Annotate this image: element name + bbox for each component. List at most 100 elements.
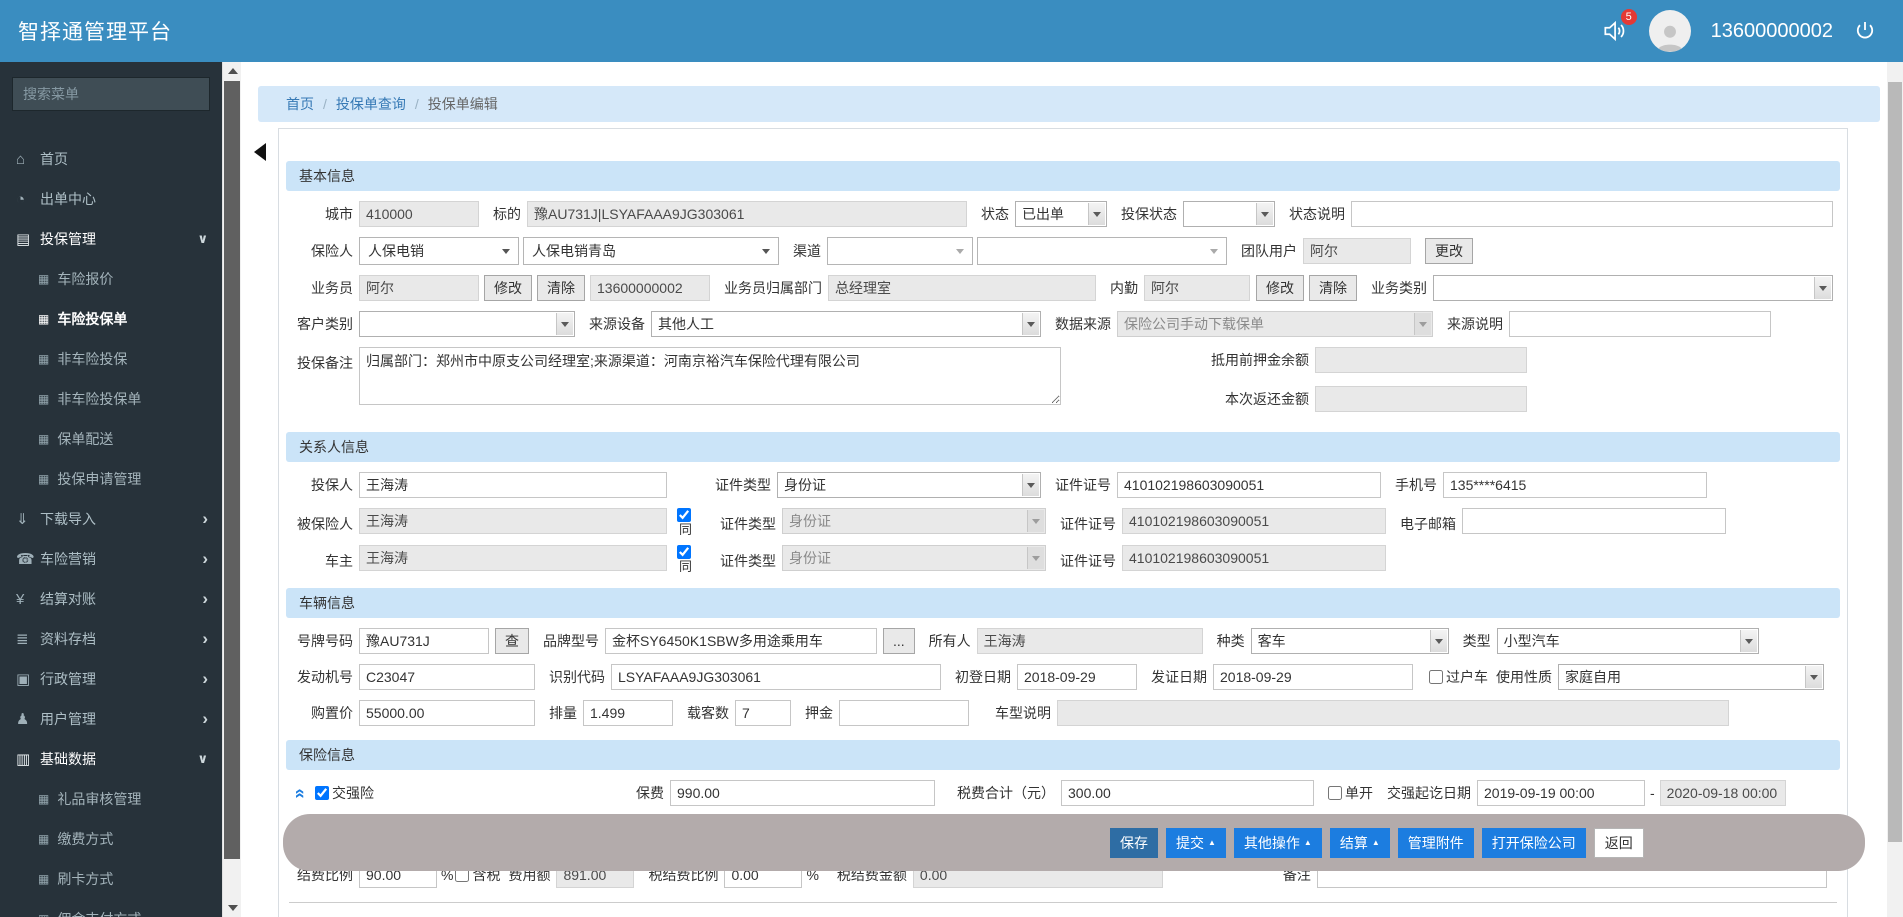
plate-input[interactable] bbox=[359, 628, 489, 654]
data-source-select[interactable]: 保险公司手动下载保单 bbox=[1117, 311, 1433, 337]
premium-input[interactable] bbox=[670, 780, 935, 806]
channel-select[interactable] bbox=[827, 237, 973, 265]
announcement-button[interactable]: 5 bbox=[1599, 9, 1637, 46]
salesman-dept-input[interactable] bbox=[828, 275, 1096, 301]
save-button[interactable]: 保存 bbox=[1110, 827, 1158, 858]
period-end-input[interactable] bbox=[1659, 780, 1786, 806]
scroll-up-arrow[interactable] bbox=[223, 62, 242, 79]
modify-internal-button[interactable]: 修改 bbox=[1256, 275, 1304, 301]
sidebar-item-archive[interactable]: ≣ 资料存档 › bbox=[0, 619, 222, 659]
applicant-cert-type-select[interactable]: 身份证 bbox=[777, 472, 1041, 498]
sidebar-search[interactable] bbox=[12, 77, 210, 111]
status-note-input[interactable] bbox=[1351, 201, 1833, 227]
page-scrollbar-thumb[interactable] bbox=[1888, 82, 1902, 842]
internal-staff-input[interactable] bbox=[1144, 275, 1250, 301]
status-select[interactable]: 已出单 bbox=[1015, 201, 1107, 227]
sidebar-item-vehicle-marketing[interactable]: ☎ 车险营销 › bbox=[0, 539, 222, 579]
other-actions-button[interactable]: 其他操作 ▲ bbox=[1233, 827, 1322, 858]
insured-name-input[interactable] bbox=[359, 508, 667, 534]
sidebar-subitem-non-vehicle-policy[interactable]: ▦ 非车险投保单 bbox=[0, 379, 222, 419]
sidebar-item-base-data[interactable]: ▥ 基础数据 ∨ bbox=[0, 739, 222, 779]
owner-name-input[interactable] bbox=[359, 545, 667, 571]
sidebar-subitem-card-method[interactable]: ▦ 刷卡方式 bbox=[0, 859, 222, 899]
business-type-select[interactable] bbox=[1433, 275, 1833, 301]
transfer-checkbox[interactable] bbox=[1429, 670, 1443, 684]
insurer-branch-select[interactable]: 人保电销青岛 bbox=[523, 237, 779, 265]
open-insurer-button[interactable]: 打开保险公司 bbox=[1481, 827, 1586, 858]
model-note-input[interactable] bbox=[1057, 700, 1729, 726]
tax-total-input[interactable] bbox=[1061, 780, 1314, 806]
sidebar-item-home[interactable]: ⌂ 首页 bbox=[0, 139, 222, 179]
breadcrumb-policy-query[interactable]: 投保单查询 bbox=[336, 94, 406, 114]
source-note-input[interactable] bbox=[1509, 311, 1771, 337]
sidebar-subitem-payment-method[interactable]: ▦ 缴费方式 bbox=[0, 819, 222, 859]
sidebar-subitem-non-vehicle-insure[interactable]: ▦ 非车险投保 bbox=[0, 339, 222, 379]
insured-same-checkbox[interactable] bbox=[677, 508, 691, 522]
city-input[interactable] bbox=[359, 201, 479, 227]
compulsory-checkbox[interactable] bbox=[315, 786, 329, 800]
purchase-price-input[interactable] bbox=[359, 700, 535, 726]
change-team-button[interactable]: 更改 bbox=[1425, 238, 1473, 264]
sidebar-subitem-commission-pay[interactable]: ▦佣金支付方式 bbox=[0, 899, 222, 917]
salesman-input[interactable] bbox=[359, 275, 479, 301]
channel-sub-select[interactable] bbox=[977, 237, 1227, 265]
insured-cert-type-select[interactable]: 身份证 bbox=[782, 508, 1046, 534]
email-input[interactable] bbox=[1462, 508, 1726, 534]
collapse-section-icon[interactable]: « bbox=[290, 784, 311, 802]
modify-salesman-button[interactable]: 修改 bbox=[484, 275, 532, 301]
issue-date-input[interactable] bbox=[1213, 664, 1413, 690]
page-scrollbar[interactable] bbox=[1887, 62, 1903, 917]
applicant-name-input[interactable] bbox=[359, 472, 667, 498]
scroll-down-arrow[interactable] bbox=[223, 900, 242, 917]
owner-cert-type-select[interactable]: 身份证 bbox=[782, 545, 1046, 571]
sidebar-item-user-management[interactable]: ♟ 用户管理 › bbox=[0, 699, 222, 739]
sidebar-subitem-vehicle-quote[interactable]: ▦ 车险报价 bbox=[0, 259, 222, 299]
vehicle-owner-input[interactable] bbox=[976, 628, 1203, 654]
vehicle-kind-select[interactable]: 客车 bbox=[1250, 628, 1449, 654]
vin-input[interactable] bbox=[611, 664, 941, 690]
search-input[interactable] bbox=[23, 86, 204, 102]
sidebar-item-download-import[interactable]: ⇓ 下载导入 › bbox=[0, 499, 222, 539]
scrollbar-thumb[interactable] bbox=[224, 81, 240, 859]
applicant-cert-no-input[interactable] bbox=[1117, 472, 1381, 498]
owner-cert-no-input[interactable] bbox=[1122, 545, 1386, 571]
applicant-phone-input[interactable] bbox=[1443, 472, 1707, 498]
salesman-phone-input[interactable] bbox=[590, 275, 710, 301]
insurer-select[interactable]: 人保电销 bbox=[359, 237, 519, 265]
back-button[interactable]: 返回 bbox=[1593, 827, 1644, 858]
sidebar-item-policy-management[interactable]: ▤ 投保管理 ∨ bbox=[0, 219, 222, 259]
sidebar-item-order-center[interactable]: ◔ 出单中心 bbox=[0, 179, 222, 219]
seats-input[interactable] bbox=[735, 700, 791, 726]
engine-no-input[interactable] bbox=[359, 664, 535, 690]
source-device-select[interactable]: 其他人工 bbox=[651, 311, 1041, 337]
first-reg-date-input[interactable] bbox=[1017, 664, 1137, 690]
customer-type-select[interactable] bbox=[359, 311, 575, 337]
settle-button[interactable]: 结算 ▲ bbox=[1329, 827, 1390, 858]
sidebar-item-admin[interactable]: ▣ 行政管理 › bbox=[0, 659, 222, 699]
sidebar-scrollbar[interactable] bbox=[222, 62, 241, 917]
logout-power-icon[interactable] bbox=[1853, 19, 1877, 43]
plate-query-button[interactable]: 查 bbox=[495, 628, 529, 654]
sidebar-subitem-apply-management[interactable]: ▦ 投保申请管理 bbox=[0, 459, 222, 499]
breadcrumb-home[interactable]: 首页 bbox=[286, 94, 314, 114]
apply-status-select[interactable] bbox=[1183, 201, 1275, 227]
brand-model-input[interactable] bbox=[605, 628, 877, 654]
brand-more-button[interactable]: ... bbox=[883, 628, 915, 654]
pre-deposit-input[interactable] bbox=[1315, 347, 1527, 373]
clear-internal-button[interactable]: 清除 bbox=[1309, 275, 1357, 301]
sidebar-item-settlement[interactable]: ¥ 结算对账 › bbox=[0, 579, 222, 619]
avatar[interactable] bbox=[1648, 10, 1691, 52]
manage-attachments-button[interactable]: 管理附件 bbox=[1397, 827, 1474, 858]
submit-button[interactable]: 提交 ▲ bbox=[1166, 827, 1226, 858]
subject-input[interactable] bbox=[527, 201, 967, 227]
insured-cert-no-input[interactable] bbox=[1122, 508, 1386, 534]
displacement-input[interactable] bbox=[583, 700, 673, 726]
separate-issue-checkbox[interactable] bbox=[1328, 786, 1342, 800]
collapse-sidebar-arrow[interactable] bbox=[245, 143, 266, 161]
deposit-input[interactable] bbox=[839, 700, 969, 726]
sidebar-subitem-vehicle-policy[interactable]: ▦ 车险投保单 bbox=[0, 299, 222, 339]
team-user-input[interactable] bbox=[1303, 238, 1411, 264]
refund-amount-input[interactable] bbox=[1315, 386, 1527, 412]
sidebar-subitem-gift-audit[interactable]: ▦ 礼品审核管理 bbox=[0, 779, 222, 819]
owner-same-checkbox[interactable] bbox=[677, 545, 691, 559]
